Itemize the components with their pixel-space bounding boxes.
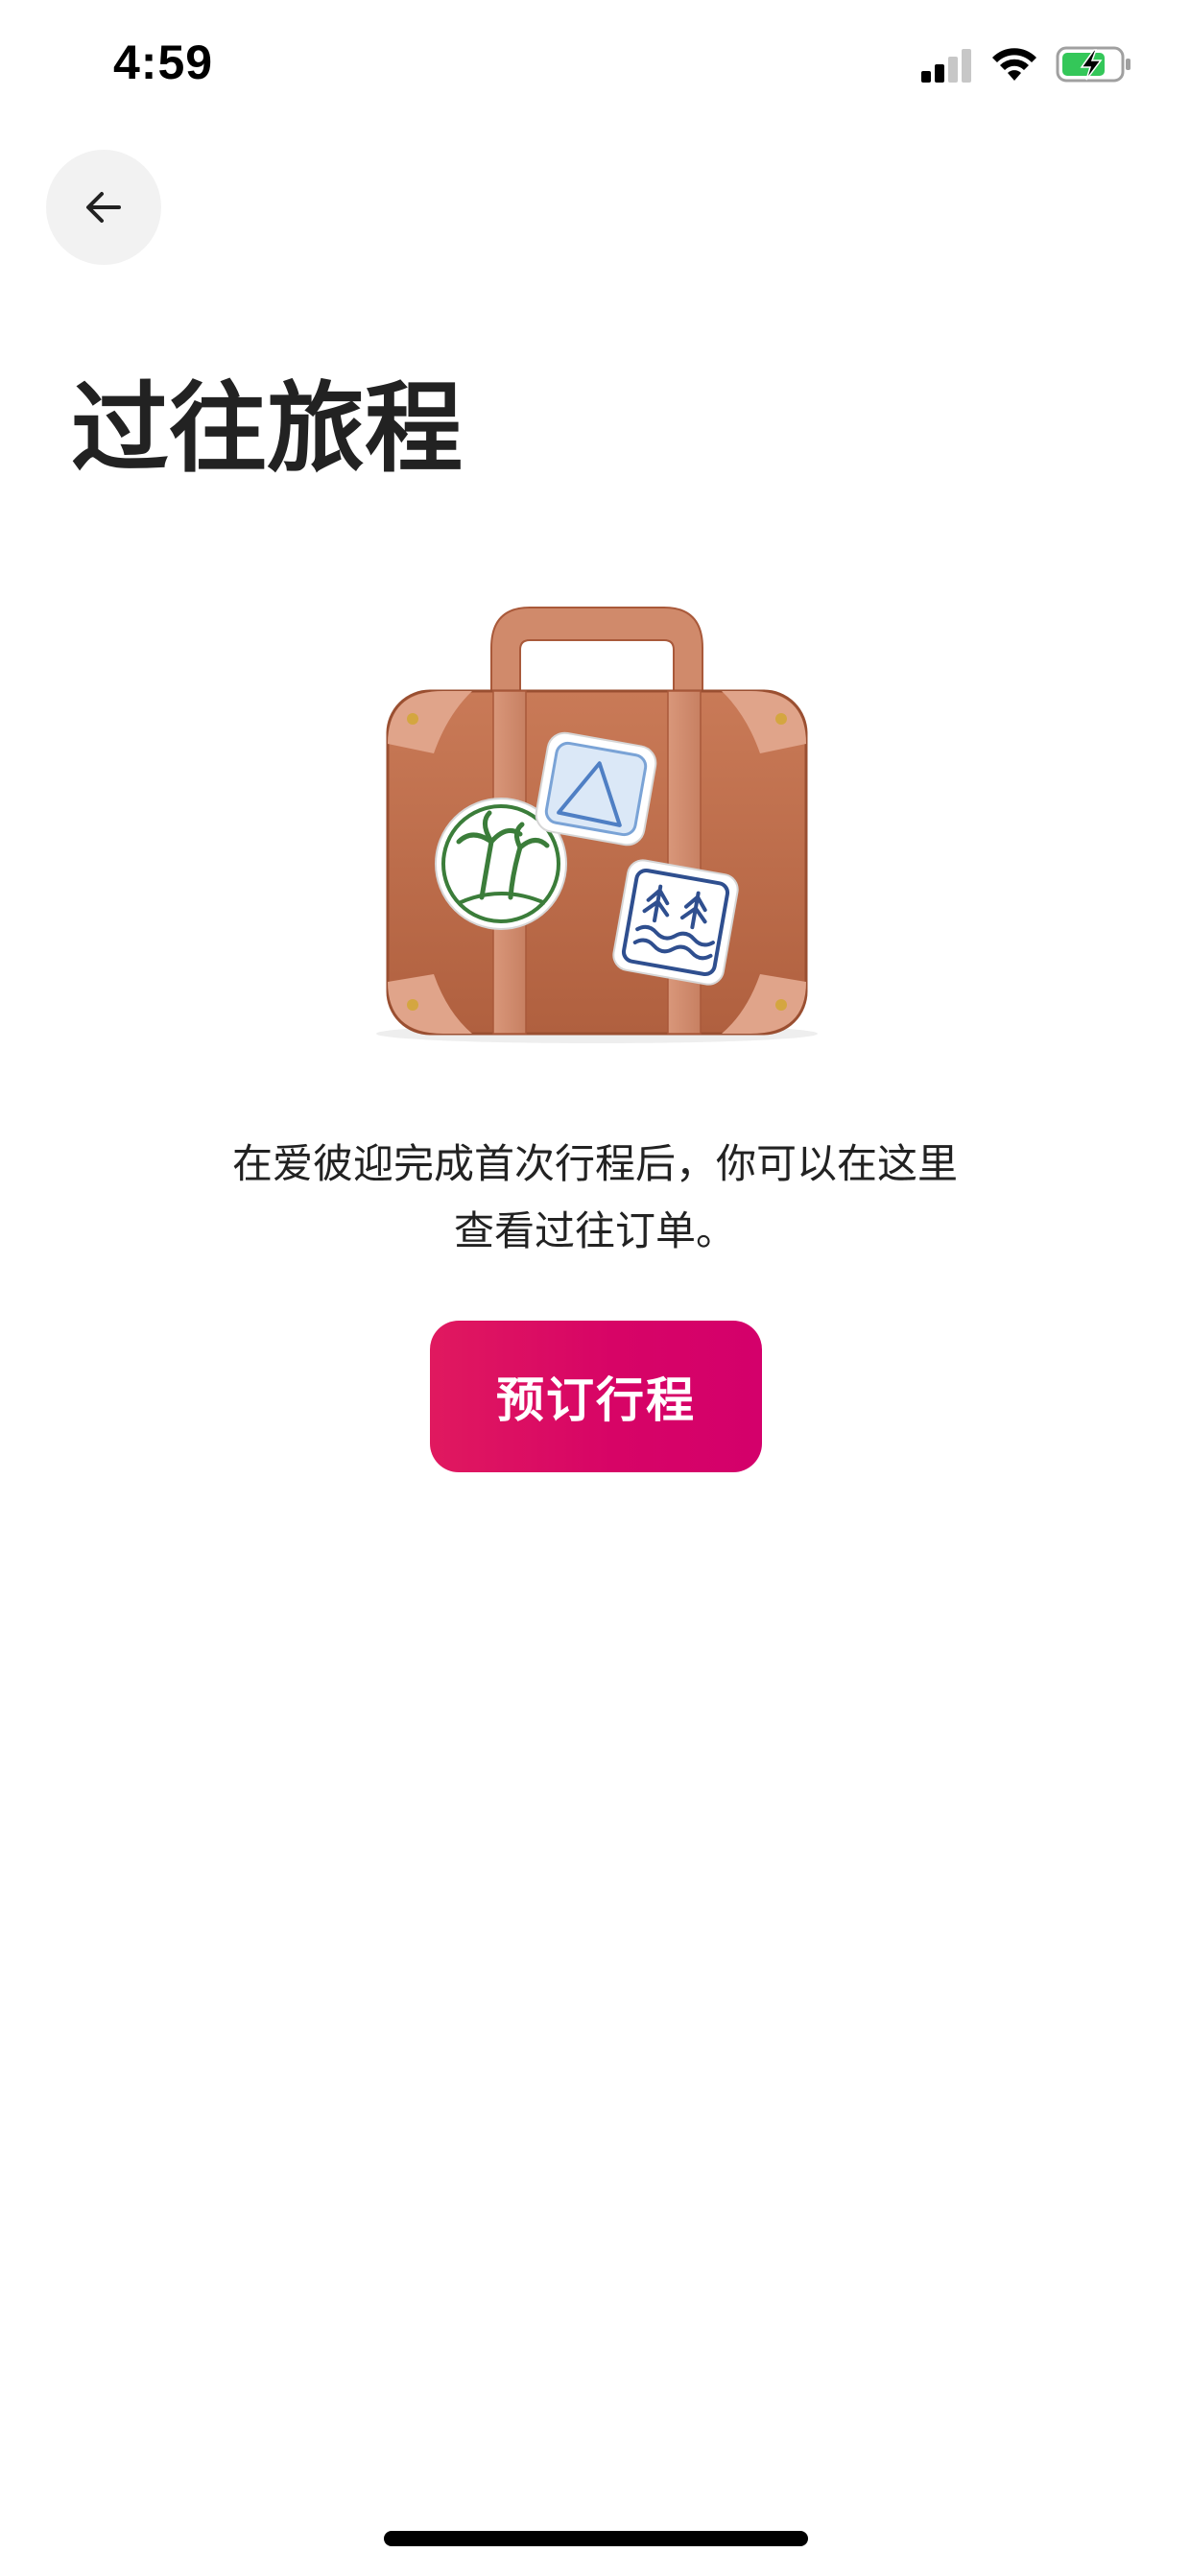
description-line-2: 查看过往订单。 — [453, 1207, 736, 1254]
description-line-1: 在爱彼迎完成首次行程后，你可以在这里 — [231, 1140, 958, 1187]
page-title: 过往旅程 — [71, 372, 463, 487]
status-bar: 4:59 — [0, 0, 1190, 125]
battery-charging-icon — [1056, 46, 1130, 83]
cellular-signal-icon — [921, 49, 971, 83]
book-trip-button[interactable]: 预订行程 — [430, 1321, 762, 1472]
home-indicator — [384, 2531, 808, 2546]
status-time: 4:59 — [113, 36, 214, 89]
wifi-icon — [992, 48, 1036, 81]
back-button[interactable] — [46, 150, 161, 265]
empty-state-description: 在爱彼迎完成首次行程后，你可以在这里 查看过往订单。 — [134, 1131, 1056, 1265]
arrow-left-icon — [86, 192, 121, 223]
suitcase-illustration — [376, 607, 818, 1043]
